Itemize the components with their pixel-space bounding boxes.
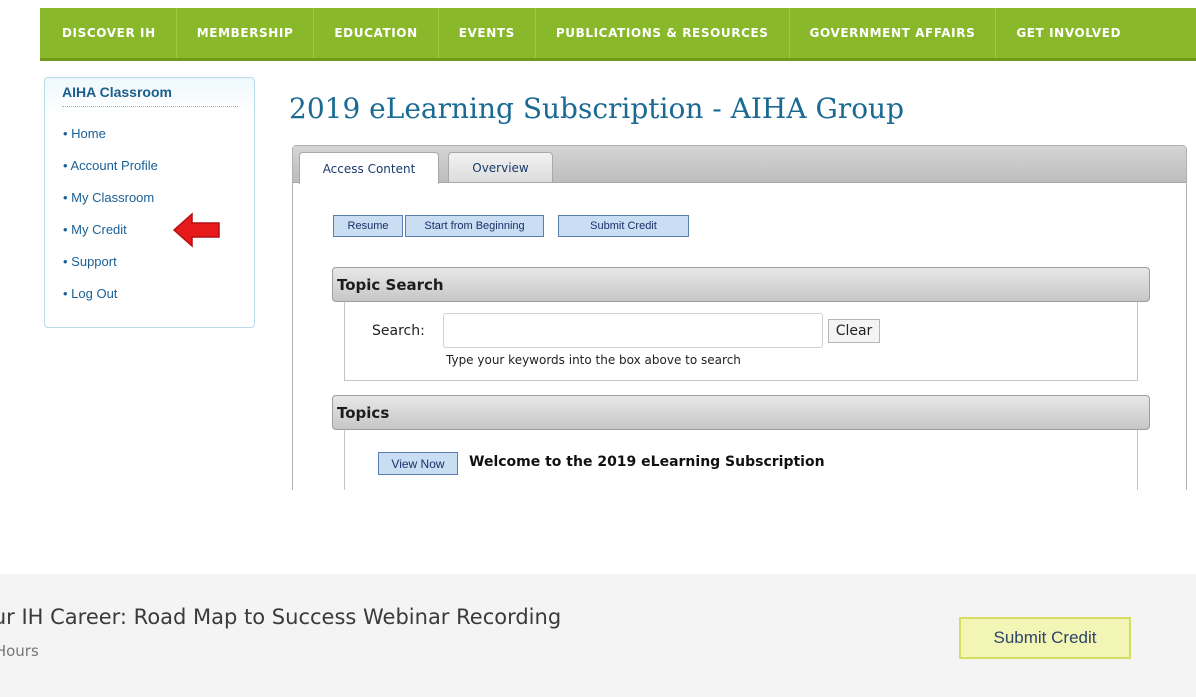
topic-title: Welcome to the 2019 eLearning Subscripti… (469, 454, 825, 470)
sidebar-title: AIHA Classroom (62, 84, 238, 107)
sidebar-item-my-classroom[interactable]: • My Classroom (63, 190, 158, 222)
resume-button[interactable]: Resume (333, 215, 403, 237)
sidebar-item-home[interactable]: • Home (63, 126, 158, 158)
course-strip: our IH Career: Road Map to Success Webin… (0, 574, 1196, 697)
clear-button[interactable]: Clear (828, 319, 880, 343)
nav-discover-ih[interactable]: DISCOVER IH (40, 8, 177, 58)
sidebar-menu: • Home • Account Profile • My Classroom … (63, 126, 158, 318)
search-input[interactable] (443, 313, 823, 348)
page-title: 2019 eLearning Subscription - AIHA Group (289, 92, 905, 125)
submit-credit-button[interactable]: Submit Credit (558, 215, 689, 237)
nav-get-involved[interactable]: GET INVOLVED (996, 8, 1141, 58)
submit-credit-large-button[interactable]: Submit Credit (959, 617, 1131, 659)
credit-hours-label: it Hours (0, 642, 39, 660)
sidebar-item-log-out[interactable]: • Log Out (63, 286, 158, 318)
nav-events[interactable]: EVENTS (439, 8, 536, 58)
tab-access-content[interactable]: Access Content (299, 152, 439, 184)
search-label: Search: (372, 323, 425, 339)
sidebar-item-support[interactable]: • Support (63, 254, 158, 286)
red-arrow-icon (172, 212, 220, 248)
nav-publications-resources[interactable]: PUBLICATIONS & RESOURCES (536, 8, 790, 58)
start-from-beginning-button[interactable]: Start from Beginning (405, 215, 544, 237)
nav-education[interactable]: EDUCATION (314, 8, 439, 58)
tab-bar: Access Content Overview (293, 146, 1186, 184)
sidebar-item-account-profile[interactable]: • Account Profile (63, 158, 158, 190)
nav-government-affairs[interactable]: GOVERNMENT AFFAIRS (790, 8, 997, 58)
sidebar-item-my-credit[interactable]: • My Credit (63, 222, 158, 254)
sidebar: AIHA Classroom • Home • Account Profile … (44, 77, 255, 328)
search-hint: Type your keywords into the box above to… (446, 353, 741, 367)
top-nav: DISCOVER IH MEMBERSHIP EDUCATION EVENTS … (40, 8, 1196, 61)
course-title: our IH Career: Road Map to Success Webin… (0, 605, 562, 629)
nav-membership[interactable]: MEMBERSHIP (177, 8, 315, 58)
tab-overview[interactable]: Overview (448, 152, 553, 182)
topic-search-header: Topic Search (332, 267, 1150, 302)
view-now-button[interactable]: View Now (378, 452, 458, 475)
topics-header: Topics (332, 395, 1150, 430)
